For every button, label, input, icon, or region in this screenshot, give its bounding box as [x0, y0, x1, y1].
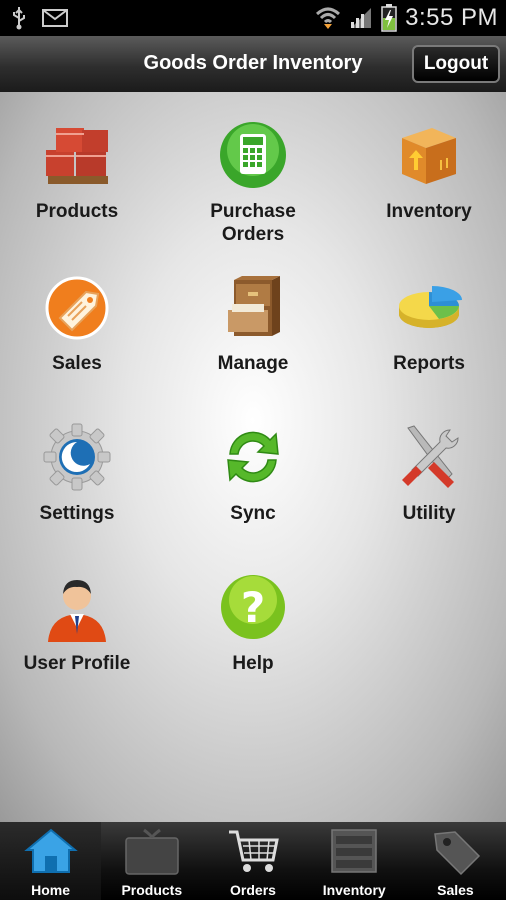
sync-arrows-icon [227, 431, 279, 483]
tile-label: Help [232, 653, 274, 674]
gear-icon [43, 423, 111, 491]
signal-icon [351, 8, 372, 28]
boxes-pallet-icon [46, 128, 108, 184]
tile-label: Utility [402, 503, 456, 524]
tile-user-profile[interactable]: User Profile [0, 572, 162, 675]
mail-icon [42, 9, 68, 27]
help-icon: ? [221, 575, 285, 639]
tile-label: Settings [39, 503, 115, 524]
clock: 3:55 PM [405, 4, 498, 31]
tile-sync[interactable]: Sync [168, 422, 338, 525]
tab-label: Inventory [322, 882, 386, 898]
tile-reports[interactable]: Reports [344, 272, 506, 375]
tile-sales[interactable]: Sales [0, 272, 162, 375]
tab-home[interactable]: Home [0, 822, 102, 900]
gift-box-icon [125, 828, 179, 875]
app-header: Goods Order Inventory Logout [0, 36, 506, 93]
tile-purchase-orders[interactable]: Purchase Orders [168, 120, 338, 246]
bottom-tab-bar: Home Products Orders Inventory Sales [0, 822, 506, 900]
home-grid: Products Purchase Orders Inventory Sales… [0, 92, 506, 822]
tab-products[interactable]: Products [101, 822, 202, 900]
tile-settings[interactable]: Settings [0, 422, 162, 525]
tab-label: Sales [437, 882, 474, 898]
tab-orders[interactable]: Orders [202, 822, 303, 900]
logout-button[interactable]: Logout [412, 45, 500, 83]
svg-text:?: ? [241, 583, 265, 632]
usb-icon [13, 7, 25, 30]
cart-icon [229, 830, 279, 872]
tile-label: Sync [230, 503, 276, 524]
tile-label: Products [35, 201, 119, 222]
tag-icon [434, 831, 481, 876]
tab-label: Products [121, 882, 183, 898]
price-tag-icon [45, 276, 109, 340]
battery-charging-icon [381, 4, 397, 32]
calculator-icon [220, 122, 286, 188]
pie-chart-icon [399, 286, 462, 328]
tile-label: Sales [52, 353, 102, 374]
tile-label: Purchase Orders [210, 201, 296, 245]
tile-label: Reports [393, 353, 465, 374]
tile-utility[interactable]: Utility [344, 422, 506, 525]
tab-inventory[interactable]: Inventory [304, 822, 405, 900]
drawer-icon [331, 829, 377, 873]
user-icon [48, 580, 106, 642]
tile-label: Inventory [386, 201, 472, 222]
tile-help[interactable]: ? Help [168, 572, 338, 675]
home-icon [23, 828, 78, 873]
tab-label: Orders [230, 882, 276, 898]
tile-label: User Profile [23, 653, 131, 674]
tile-manage[interactable]: Manage [168, 272, 338, 375]
tile-inventory[interactable]: Inventory [344, 120, 506, 223]
tools-icon [402, 425, 459, 488]
tile-products[interactable]: Products [0, 120, 162, 223]
status-bar: 3:55 PM [0, 0, 506, 36]
tab-label: Home [31, 882, 71, 898]
file-cabinet-icon [228, 276, 280, 336]
tile-label: Manage [217, 353, 289, 374]
tab-sales[interactable]: Sales [405, 822, 506, 900]
box-up-arrow-icon [402, 128, 456, 184]
wifi-icon [316, 7, 341, 29]
